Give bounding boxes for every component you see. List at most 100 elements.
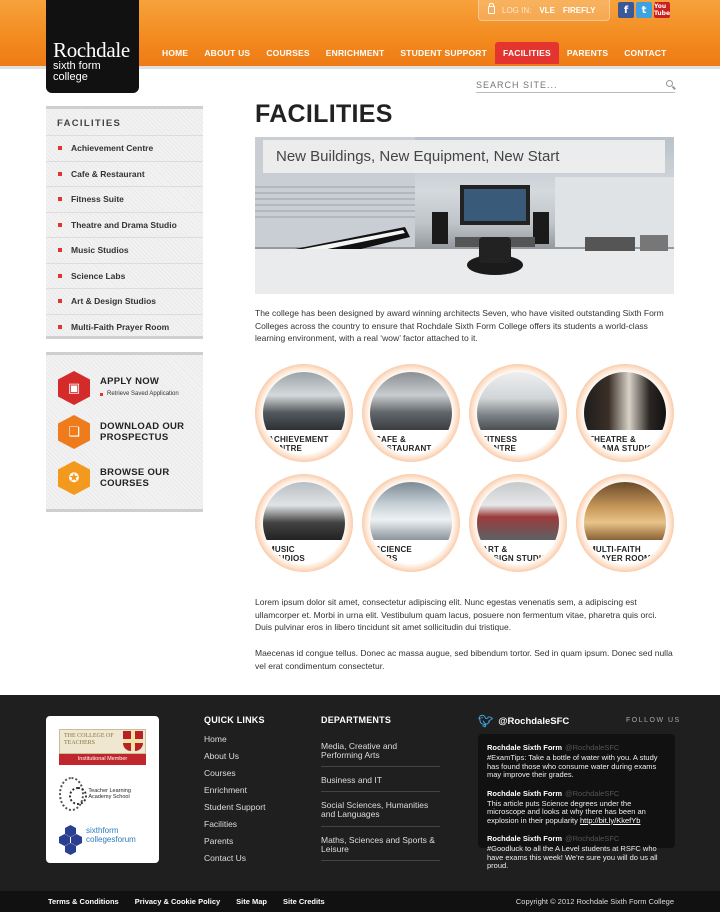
cot-membership: Institutional Member: [59, 754, 146, 765]
site-search: [476, 78, 675, 93]
department-link-media[interactable]: Media, Creative and Performing Arts: [321, 733, 440, 767]
facility-photo: [477, 372, 559, 430]
bullet-icon: [58, 324, 62, 329]
sidebar-item-art-design[interactable]: Art & Design Studios: [46, 288, 203, 314]
facility-cafe-restaurant[interactable]: CAFE & RESTAURANT: [362, 364, 460, 462]
tweet-text: #ExamTips: Take a bottle of water with y…: [487, 753, 658, 779]
department-link-social-sciences[interactable]: Social Sciences, Humanities and Language…: [321, 792, 440, 827]
logo-line3: college: [53, 71, 88, 83]
sidebar-item-label: Music Studios: [71, 245, 129, 256]
facility-label: ACHIEVEMENT CENTRE: [268, 435, 329, 453]
sidebar-item-label: Achievement Centre: [71, 143, 154, 154]
tweet: Rochdale Sixth Form @RochdaleSFC This art…: [487, 789, 666, 826]
tweet-handle[interactable]: @RochdaleSFC: [565, 834, 619, 843]
search-input[interactable]: [476, 80, 656, 90]
sidebar-item-label: Cafe & Restaurant: [71, 168, 145, 179]
nav-student-support[interactable]: STUDENT SUPPORT: [392, 42, 495, 64]
footer-link-courses[interactable]: Courses: [204, 767, 265, 784]
facility-music-studios[interactable]: MUSIC STUDIOS: [255, 474, 353, 572]
login-label: LOG IN:: [502, 5, 532, 15]
bullet-icon: [58, 273, 62, 278]
sixth-form-colleges-forum-logo[interactable]: sixthform collegesforum: [59, 823, 151, 855]
facilities-menu: FACILITIES Achievement Centre Cafe & Res…: [46, 106, 203, 339]
facebook-icon[interactable]: f: [618, 2, 634, 18]
main-nav: HOME ABOUT US COURSES ENRICHMENT STUDENT…: [154, 42, 675, 64]
tweet-handle[interactable]: @RochdaleSFC: [565, 743, 619, 752]
sidebar-item-music-studios[interactable]: Music Studios: [46, 237, 203, 263]
download-prospectus-button[interactable]: ❏ DOWNLOAD OUR PROSPECTUS: [58, 415, 184, 449]
login-firefly-link[interactable]: FIREFLY: [563, 6, 596, 15]
footer-link-home[interactable]: Home: [204, 733, 265, 750]
footer-link-enrichment[interactable]: Enrichment: [204, 784, 265, 801]
nav-enrichment[interactable]: ENRICHMENT: [318, 42, 393, 64]
footer-link-student-support[interactable]: Student Support: [204, 801, 265, 818]
quick-links-list: Home About Us Courses Enrichment Student…: [204, 733, 265, 869]
teacher-learning-academy-logo[interactable]: Teacher Learning Academy School: [59, 775, 149, 813]
social-links: f t You Tube: [618, 2, 670, 18]
tweet-link[interactable]: http://bit.ly/KkefYb: [580, 816, 640, 825]
browse-courses-button[interactable]: ✪ BROWSE OUR COURSES: [58, 461, 170, 495]
copyright: Copyright © 2012 Rochdale Sixth Form Col…: [515, 897, 674, 906]
department-link-maths-sciences[interactable]: Maths, Sciences and Sports & Leisure: [321, 827, 440, 861]
footer-link-contact-us[interactable]: Contact Us: [204, 852, 265, 869]
login-vle-link[interactable]: VLE: [539, 6, 555, 15]
bullet-icon: [100, 393, 103, 396]
facility-label: CAFE & RESTAURANT: [375, 435, 432, 453]
tweet-handle[interactable]: @RochdaleSFC: [565, 789, 619, 798]
nav-home[interactable]: HOME: [154, 42, 196, 64]
site-credits-link[interactable]: Site Credits: [283, 897, 325, 906]
tweet-author[interactable]: Rochdale Sixth Form: [487, 743, 562, 752]
terms-link[interactable]: Terms & Conditions: [48, 897, 119, 906]
twitter-icon[interactable]: t: [636, 2, 652, 18]
follow-us-link[interactable]: FOLLOW US: [626, 717, 681, 724]
facility-photo: [370, 372, 452, 430]
sidebar-item-theatre-drama[interactable]: Theatre and Drama Studio: [46, 211, 203, 238]
facility-theatre-drama[interactable]: THEATRE & DRAMA STUDIO: [576, 364, 674, 462]
footer-link-about-us[interactable]: About Us: [204, 750, 265, 767]
award-badge-icon: ✪: [58, 461, 90, 495]
privacy-link[interactable]: Privacy & Cookie Policy: [135, 897, 220, 906]
nav-about-us[interactable]: ABOUT US: [196, 42, 258, 64]
sidebar-item-label: Multi-Faith Prayer Room: [71, 321, 170, 332]
bottom-bar: Terms & Conditions Privacy & Cookie Poli…: [0, 891, 720, 912]
nav-courses[interactable]: COURSES: [258, 42, 317, 64]
twitter-feed: Rochdale Sixth Form @RochdaleSFC #ExamTip…: [478, 734, 675, 870]
sidebar-item-label: Science Labs: [71, 270, 126, 281]
youtube-icon[interactable]: You Tube: [654, 2, 670, 18]
apply-now-button[interactable]: ▣ APPLY NOW Retrieve Saved Application: [58, 371, 179, 405]
sidebar-item-fitness-suite[interactable]: Fitness Suite: [46, 186, 203, 212]
footer-link-facilities[interactable]: Facilities: [204, 818, 265, 835]
monitor-icon: ▣: [58, 371, 90, 405]
facility-prayer-room[interactable]: MULTI-FAITH PRAYER ROOM: [576, 474, 674, 572]
bullet-icon: [58, 146, 62, 151]
facility-art-design[interactable]: ART & DESIGN STUDIOS: [469, 474, 567, 572]
prospectus-line1: DOWNLOAD OUR: [100, 421, 185, 432]
twitter-feed-header[interactable]: 🐦︎ @RochdaleSFC: [478, 714, 569, 728]
quick-actions: ▣ APPLY NOW Retrieve Saved Application ❏…: [46, 352, 203, 512]
tweet-author[interactable]: Rochdale Sixth Form: [487, 834, 562, 843]
college-of-teachers-logo[interactable]: THE COLLEGE OF TEACHERS Institutional Me…: [59, 729, 146, 765]
sidebar-item-science-labs[interactable]: Science Labs: [46, 262, 203, 289]
facility-photo: [584, 482, 666, 540]
facility-achievement-centre[interactable]: ACHIEVEMENT CENTRE: [255, 364, 353, 462]
nav-contact[interactable]: CONTACT: [616, 42, 674, 64]
nav-facilities[interactable]: FACILITIES: [495, 42, 559, 64]
hero-caption: New Buildings, New Equipment, New Start: [263, 140, 665, 173]
retrieve-application-link[interactable]: Retrieve Saved Application: [100, 389, 179, 400]
logo-name: Rochdale: [53, 38, 130, 62]
sidebar-item-prayer-room[interactable]: Multi-Faith Prayer Room: [46, 313, 203, 340]
facility-photo: [263, 482, 345, 540]
sidebar-item-achievement-centre[interactable]: Achievement Centre: [46, 135, 203, 161]
sidebar-item-cafe-restaurant[interactable]: Cafe & Restaurant: [46, 160, 203, 187]
facility-science-labs[interactable]: SCIENCE LABS: [362, 474, 460, 572]
quick-links-title: QUICK LINKS: [204, 715, 265, 725]
site-map-link[interactable]: Site Map: [236, 897, 267, 906]
tweet-author[interactable]: Rochdale Sixth Form: [487, 789, 562, 798]
footer-link-parents[interactable]: Parents: [204, 835, 265, 852]
nav-parents[interactable]: PARENTS: [559, 42, 616, 64]
search-icon[interactable]: [666, 80, 673, 87]
college-logo[interactable]: Rochdale sixth form college: [46, 0, 139, 93]
department-link-business[interactable]: Business and IT: [321, 767, 440, 792]
facility-fitness-centre[interactable]: FITNESS CENTRE: [469, 364, 567, 462]
bullet-icon: [58, 222, 62, 227]
